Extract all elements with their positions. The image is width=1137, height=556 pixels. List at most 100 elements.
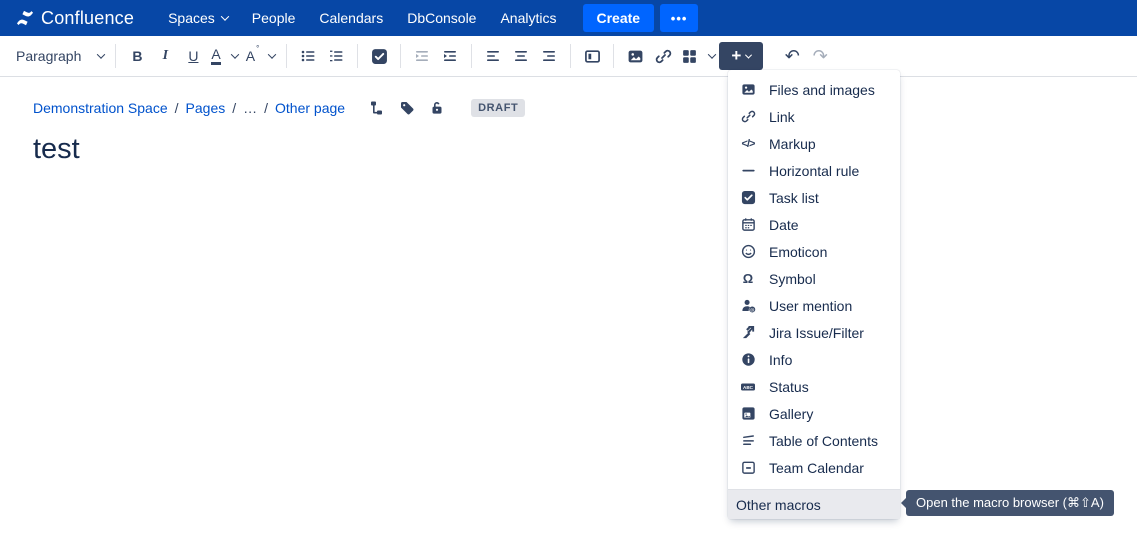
redo-button[interactable]: ↷ [806, 41, 834, 71]
menu-item-team-calendar[interactable]: Team Calendar [728, 454, 900, 481]
insert-image-button[interactable] [621, 41, 649, 71]
date-icon [740, 217, 756, 233]
page-title-input[interactable]: test [33, 133, 1137, 166]
menu-item-info[interactable]: Info [728, 346, 900, 373]
menu-item-files-and-images[interactable]: Files and images [728, 76, 900, 103]
text-color-dropdown[interactable]: A [207, 41, 241, 71]
redo-icon: ↷ [813, 47, 828, 65]
numbered-list-button[interactable] [322, 41, 350, 71]
nav-item-calendars[interactable]: Calendars [307, 0, 395, 36]
chevron-down-icon [97, 50, 105, 58]
page-layout-icon [584, 48, 601, 65]
menu-item-markup[interactable]: </> Markup [728, 130, 900, 157]
chevron-down-icon [230, 50, 238, 58]
toolbar-separator [613, 44, 614, 68]
breadcrumb-link-other-page[interactable]: Other page [275, 100, 345, 116]
bullet-list-icon [300, 48, 316, 64]
indent-button[interactable] [436, 41, 464, 71]
chevron-down-icon [708, 50, 716, 58]
menu-item-other-macros[interactable]: Other macros [728, 489, 900, 519]
bold-button[interactable]: B [123, 41, 151, 71]
outdent-button[interactable] [408, 41, 436, 71]
align-center-icon [513, 48, 529, 64]
nav-item-dbconsole[interactable]: DbConsole [395, 0, 488, 36]
insert-more-content-button[interactable]: + [719, 42, 763, 70]
insert-image-icon [627, 48, 644, 65]
menu-item-table-of-contents[interactable]: Table of Contents [728, 427, 900, 454]
emoticon-icon [740, 244, 756, 260]
toc-icon [740, 433, 756, 449]
confluence-logo[interactable]: Confluence [16, 8, 134, 29]
horizontal-rule-icon [740, 163, 756, 179]
bullet-list-button[interactable] [294, 41, 322, 71]
nav-item-analytics[interactable]: Analytics [488, 0, 568, 36]
team-calendar-icon [740, 460, 756, 476]
undo-button[interactable]: ↶ [778, 41, 806, 71]
nav-more-button[interactable]: ••• [660, 4, 698, 32]
numbered-list-icon [328, 48, 344, 64]
labels-icon[interactable] [399, 100, 415, 116]
breadcrumb-separator: / [232, 100, 236, 116]
page-layout-button[interactable] [578, 41, 606, 71]
task-list-button[interactable] [365, 41, 393, 71]
draft-status-badge: DRAFT [471, 99, 525, 117]
breadcrumb-separator: / [175, 100, 179, 116]
breadcrumb-separator: / [264, 100, 268, 116]
menu-item-symbol[interactable]: Ω Symbol [728, 265, 900, 292]
editor-content: Demonstration Space / Pages / … / Other … [0, 77, 1137, 166]
breadcrumb-ellipsis[interactable]: … [243, 100, 257, 116]
align-left-button[interactable] [479, 41, 507, 71]
task-list-icon [371, 48, 388, 65]
markup-icon: </> [740, 136, 756, 152]
nav-item-people[interactable]: People [240, 0, 308, 36]
task-list-icon [740, 190, 756, 206]
nav-menu: Spaces People Calendars DbConsole Analyt… [156, 0, 568, 36]
menu-item-date[interactable]: Date [728, 211, 900, 238]
svg-text:ABC: ABC [743, 385, 754, 390]
create-button[interactable]: Create [583, 4, 655, 32]
jira-icon [740, 325, 756, 341]
indent-icon [442, 48, 458, 64]
outdent-icon [414, 48, 430, 64]
italic-button[interactable]: I [151, 41, 179, 71]
undo-icon: ↶ [785, 47, 800, 65]
menu-item-jira-issue-filter[interactable]: Jira Issue/Filter [728, 319, 900, 346]
more-formatting-dropdown[interactable]: A° [242, 41, 280, 71]
link-icon [740, 109, 756, 125]
brand-name: Confluence [41, 8, 134, 29]
menu-item-gallery[interactable]: Gallery [728, 400, 900, 427]
nav-item-spaces[interactable]: Spaces [156, 0, 240, 36]
insert-table-icon [681, 48, 698, 65]
menu-item-emoticon[interactable]: Emoticon [728, 238, 900, 265]
paragraph-style-dropdown[interactable]: Paragraph [12, 41, 108, 71]
toolbar-separator [400, 44, 401, 68]
toolbar-separator [770, 44, 771, 68]
files-and-images-icon [740, 82, 756, 98]
align-right-button[interactable] [535, 41, 563, 71]
symbol-icon: Ω [740, 271, 756, 287]
toolbar-separator [286, 44, 287, 68]
underline-button[interactable]: U [179, 41, 207, 71]
menu-item-link[interactable]: Link [728, 103, 900, 130]
chevron-down-icon [221, 12, 229, 20]
breadcrumb: Demonstration Space / Pages / … / Other … [33, 99, 1137, 117]
gallery-icon [740, 406, 756, 422]
menu-item-horizontal-rule[interactable]: Horizontal rule [728, 157, 900, 184]
svg-text:@: @ [750, 307, 754, 313]
toolbar-separator [471, 44, 472, 68]
menu-item-task-list[interactable]: Task list [728, 184, 900, 211]
breadcrumb-link-space[interactable]: Demonstration Space [33, 100, 168, 116]
chevron-down-icon [745, 51, 752, 58]
breadcrumb-link-pages[interactable]: Pages [186, 100, 226, 116]
status-icon: ABC [740, 379, 756, 395]
user-mention-icon: @ [740, 298, 756, 314]
menu-item-user-mention[interactable]: @ User mention [728, 292, 900, 319]
info-icon [740, 352, 756, 368]
toolbar-separator [570, 44, 571, 68]
insert-link-button[interactable] [649, 41, 677, 71]
insert-table-dropdown[interactable] [677, 41, 719, 71]
menu-item-status[interactable]: ABC Status [728, 373, 900, 400]
align-center-button[interactable] [507, 41, 535, 71]
page-tree-icon[interactable] [369, 100, 385, 116]
unlock-icon[interactable] [429, 100, 445, 116]
